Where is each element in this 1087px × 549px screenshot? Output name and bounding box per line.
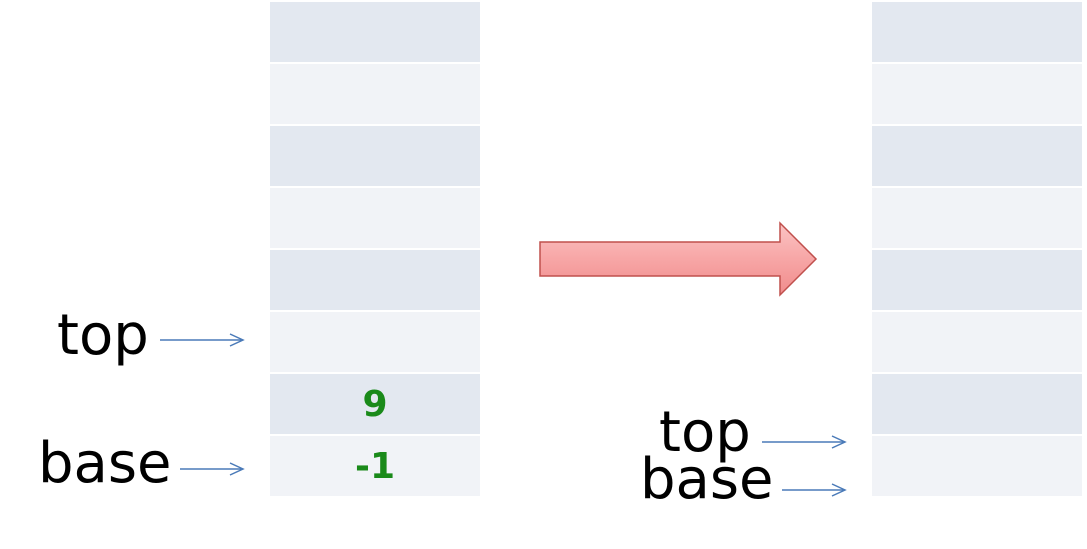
left-stack-cell-5 xyxy=(270,312,480,372)
left-stack-cell-7: -1 xyxy=(270,436,480,496)
right-stack xyxy=(872,2,1082,498)
right-arrow-icon xyxy=(539,221,818,297)
right-stack-cell-2 xyxy=(872,126,1082,186)
left-stack-cell-3 xyxy=(270,188,480,248)
left-stack-cell-4 xyxy=(270,250,480,310)
left-stack-cell-6: 9 xyxy=(270,374,480,434)
left-stack-cell-1 xyxy=(270,64,480,124)
left-base-pointer-icon xyxy=(180,462,245,476)
right-top-pointer-icon xyxy=(762,435,847,449)
left-stack-cell-0 xyxy=(270,2,480,62)
right-stack-cell-1 xyxy=(872,64,1082,124)
right-stack-cell-6 xyxy=(872,374,1082,434)
right-stack-cell-4 xyxy=(872,250,1082,310)
right-stack-cell-3 xyxy=(872,188,1082,248)
left-stack-cell-2 xyxy=(270,126,480,186)
right-base-pointer-icon xyxy=(782,483,847,497)
left-top-pointer-icon xyxy=(160,333,245,347)
right-base-label: base xyxy=(640,447,774,512)
right-stack-cell-5 xyxy=(872,312,1082,372)
left-stack: 9 -1 xyxy=(270,2,480,498)
left-top-label: top xyxy=(57,303,149,368)
right-stack-cell-7 xyxy=(872,436,1082,496)
left-base-label: base xyxy=(38,431,172,496)
right-stack-cell-0 xyxy=(872,2,1082,62)
